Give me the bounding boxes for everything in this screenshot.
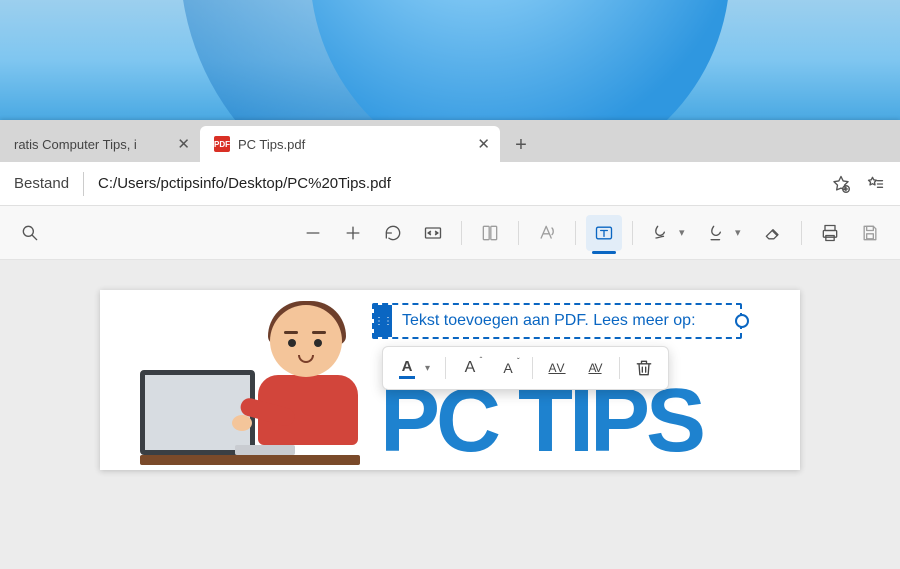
read-aloud-button[interactable]: [529, 215, 565, 251]
text-annotation-box[interactable]: ⋮⋮ Tekst toevoegen aan PDF. Lees meer op…: [372, 303, 742, 339]
fit-width-button[interactable]: [415, 215, 451, 251]
search-icon[interactable]: [12, 215, 48, 251]
url-text[interactable]: C:/Users/pctipsinfo/Desktop/PC%20Tips.pd…: [84, 175, 824, 192]
zoom-out-button[interactable]: [295, 215, 331, 251]
save-button[interactable]: [852, 215, 888, 251]
desktop-wallpaper: [0, 0, 900, 120]
tab-strip: ratis Computer Tips, i ✕ PDF PC Tips.pdf…: [0, 120, 900, 162]
close-icon[interactable]: ✕: [477, 135, 490, 153]
erase-button[interactable]: [755, 215, 791, 251]
drag-handle-icon[interactable]: ⋮⋮: [374, 305, 392, 337]
delete-text-button[interactable]: [626, 351, 662, 385]
increase-font-button[interactable]: Aˆ: [452, 351, 488, 385]
chevron-down-icon[interactable]: ▾: [735, 226, 751, 239]
pdf-page[interactable]: PC TIPS ⋮⋮ Tekst toevoegen aan PDF. Lees…: [100, 290, 800, 470]
address-bar: Bestand C:/Users/pctipsinfo/Desktop/PC%2…: [0, 162, 900, 206]
close-icon[interactable]: ✕: [177, 135, 190, 153]
favorite-add-icon[interactable]: [824, 167, 858, 201]
page-view-button[interactable]: [472, 215, 508, 251]
tab-title: PC Tips.pdf: [238, 137, 305, 152]
text-color-button[interactable]: A: [389, 351, 425, 385]
tab-title: ratis Computer Tips, i: [14, 137, 137, 152]
decrease-font-button[interactable]: Aˇ: [490, 351, 526, 385]
text-annotation-content[interactable]: Tekst toevoegen aan PDF. Lees meer op:: [392, 312, 706, 330]
pdf-favicon: PDF: [214, 136, 230, 152]
draw-button[interactable]: [643, 215, 679, 251]
text-format-toolbar: A ▾ Aˆ Aˇ AV AV: [382, 346, 669, 390]
tab-active[interactable]: PDF PC Tips.pdf ✕: [200, 126, 500, 162]
add-text-button[interactable]: [586, 215, 622, 251]
pdf-toolbar: ▾ ▾: [0, 206, 900, 260]
chevron-down-icon[interactable]: ▾: [425, 363, 439, 374]
file-scheme-label: Bestand: [0, 172, 84, 196]
highlight-button[interactable]: [699, 215, 735, 251]
pdf-viewport[interactable]: PC TIPS ⋮⋮ Tekst toevoegen aan PDF. Lees…: [0, 260, 900, 569]
chevron-down-icon[interactable]: ▾: [679, 226, 695, 239]
browser-window: ratis Computer Tips, i ✕ PDF PC Tips.pdf…: [0, 120, 900, 569]
increase-spacing-button[interactable]: AV: [539, 351, 575, 385]
print-button[interactable]: [812, 215, 848, 251]
resize-handle[interactable]: [735, 314, 749, 328]
pdf-illustration: [140, 305, 360, 465]
tab-inactive[interactable]: ratis Computer Tips, i ✕: [0, 126, 200, 162]
new-tab-button[interactable]: +: [504, 128, 538, 162]
zoom-in-button[interactable]: [335, 215, 371, 251]
decrease-spacing-button[interactable]: AV: [577, 351, 613, 385]
rotate-button[interactable]: [375, 215, 411, 251]
favorites-list-icon[interactable]: [858, 167, 892, 201]
